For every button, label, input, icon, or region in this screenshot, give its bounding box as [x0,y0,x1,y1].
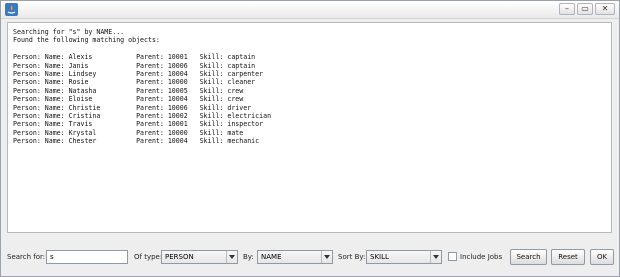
results-output-area[interactable]: Searching for "s" by NAME... Found the f… [7,22,612,233]
title-bar[interactable]: – ▭ ✕ [1,1,619,19]
chevron-down-icon [321,251,332,263]
sort-by-select-value: SKILL [370,253,389,261]
output-line: Person: Name: Cristina Parent: 10002 Ski… [13,112,272,121]
search-for-label: Search for: [7,253,46,261]
ok-button[interactable]: OK [590,249,614,265]
by-select[interactable]: NAME [257,250,333,264]
include-jobs-checkbox[interactable] [448,252,457,261]
output-line: Person: Name: Christie Parent: 10006 Ski… [13,103,252,112]
chevron-down-icon [430,251,441,263]
search-button[interactable]: Search [510,249,547,265]
output-line: Person: Name: Eloise Parent: 10004 Skill… [13,95,244,104]
search-controls-bar: Search for: Of type: PERSON By: NAME Sor… [1,249,619,267]
results-text: Searching for "s" by NAME... Found the f… [8,23,611,146]
output-line: Person: Name: Krystal Parent: 10000 Skil… [13,128,244,137]
by-label: By: [243,253,254,261]
of-type-label: Of type: [134,253,163,261]
output-line: Person: Name: Lindsey Parent: 10004 Skil… [13,70,264,79]
window-controls: – ▭ ✕ [559,3,615,15]
sort-by-select[interactable]: SKILL [366,250,442,264]
reset-button[interactable]: Reset [551,249,585,265]
minimize-button[interactable]: – [559,3,575,15]
maximize-button[interactable]: ▭ [577,3,593,15]
by-select-value: NAME [261,253,282,261]
output-line: Person: Name: Alexis Parent: 10001 Skill… [13,53,256,62]
output-line: Person: Name: Chester Parent: 10004 Skil… [13,137,260,146]
output-line: Person: Name: Janis Parent: 10006 Skill:… [13,61,256,70]
output-line: Person: Name: Natasha Parent: 10005 Skil… [13,86,244,95]
app-window: – ▭ ✕ Searching for "s" by NAME... Found… [0,0,620,277]
type-select[interactable]: PERSON [161,250,238,264]
output-line: Searching for "s" by NAME... [13,28,125,36]
output-line: Found the following matching objects: [13,36,160,45]
chevron-down-icon [226,251,237,263]
close-button[interactable]: ✕ [595,3,615,15]
sort-by-label: Sort By: [338,253,366,261]
type-select-value: PERSON [165,253,194,261]
include-jobs-label: Include Jobs [460,253,503,261]
output-line: Person: Name: Rosie Parent: 10000 Skill:… [13,78,256,87]
search-input[interactable] [46,250,128,264]
output-line: Person: Name: Travis Parent: 10001 Skill… [13,120,264,129]
java-app-icon [5,3,18,16]
